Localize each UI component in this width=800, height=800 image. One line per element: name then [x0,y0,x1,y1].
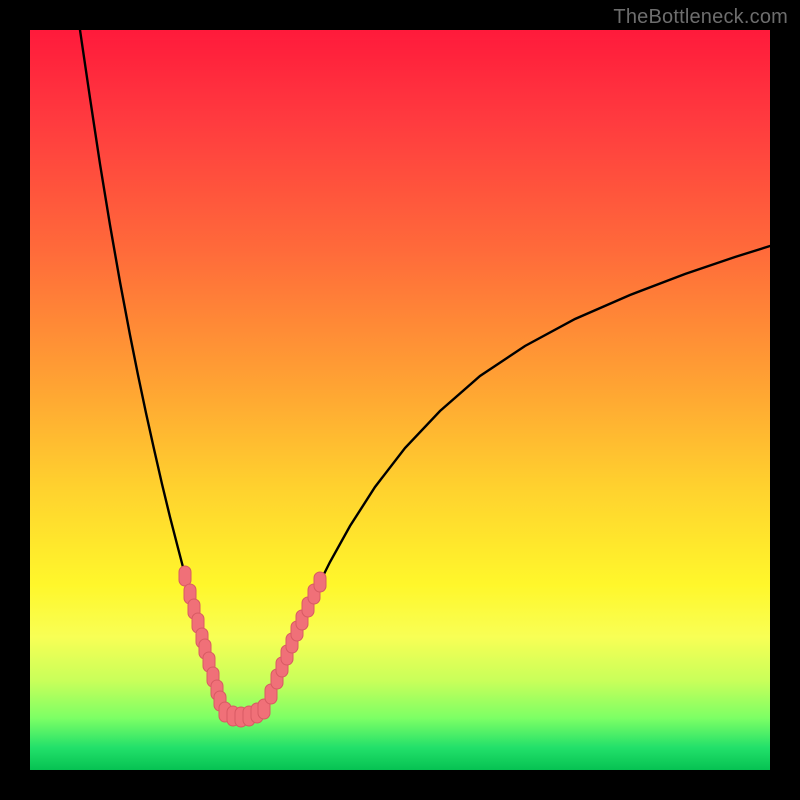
data-marker [179,566,191,586]
marker-layer [179,566,326,727]
chart-svg [30,30,770,770]
watermark-text: TheBottleneck.com [613,6,788,29]
data-marker [314,572,326,592]
chart-plot-area [30,30,770,770]
bottleneck-curve [80,30,770,717]
chart-frame: TheBottleneck.com [0,0,800,800]
